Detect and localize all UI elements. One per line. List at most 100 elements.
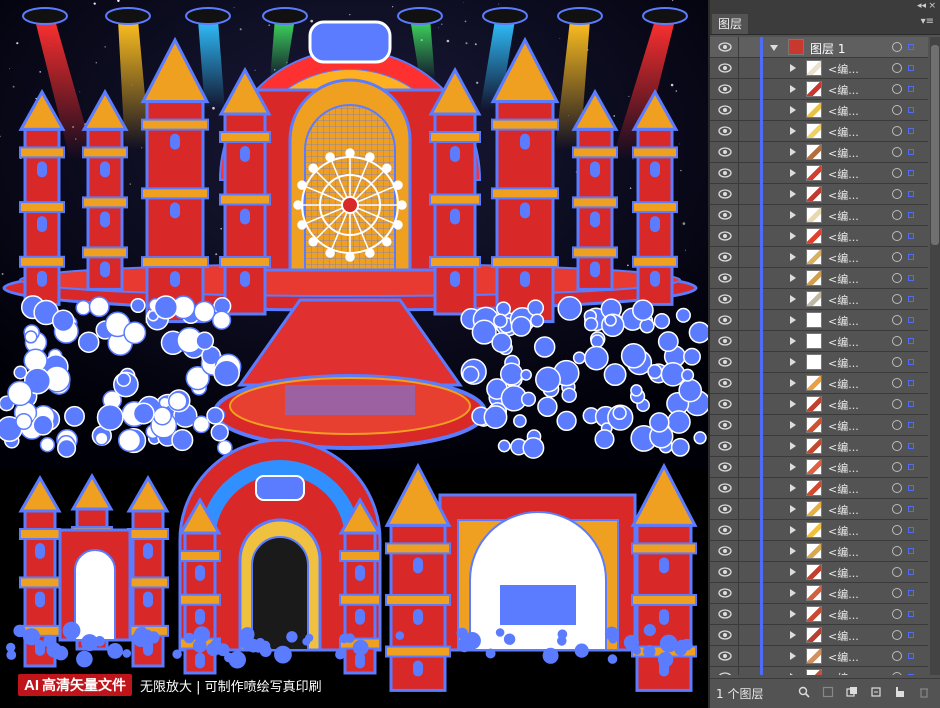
selection-indicator[interactable] <box>908 674 914 675</box>
layer-name[interactable]: <编... <box>828 670 859 675</box>
collapse-panel-icon[interactable]: ◂◂ <box>917 0 926 12</box>
selection-indicator[interactable] <box>908 443 914 449</box>
eye-icon[interactable] <box>718 671 732 675</box>
target-circle-icon[interactable] <box>892 357 902 367</box>
layer-row[interactable]: <编... <box>710 58 928 79</box>
triangle-icon[interactable] <box>790 106 796 114</box>
selection-indicator[interactable] <box>908 548 914 554</box>
new-layer-icon[interactable] <box>894 686 906 698</box>
triangle-icon[interactable] <box>790 337 796 345</box>
layer-name[interactable]: 图层 1 <box>810 40 845 57</box>
selection-indicator[interactable] <box>908 611 914 617</box>
lock-toggle[interactable] <box>740 520 758 541</box>
target-circle-icon[interactable] <box>892 294 902 304</box>
layer-row[interactable]: <编... <box>710 457 928 478</box>
eye-icon[interactable] <box>718 188 732 200</box>
lock-toggle[interactable] <box>740 562 758 583</box>
target-circle-icon[interactable] <box>892 210 902 220</box>
target-circle-icon[interactable] <box>892 504 902 514</box>
lock-toggle[interactable] <box>740 205 758 226</box>
selection-indicator[interactable] <box>908 485 914 491</box>
layer-row-top[interactable]: 图层 1 <box>710 37 928 58</box>
lock-toggle[interactable] <box>740 583 758 604</box>
close-panel-icon[interactable]: × <box>928 0 936 12</box>
layer-name[interactable]: <编... <box>828 544 859 560</box>
target-circle-icon[interactable] <box>892 525 902 535</box>
triangle-icon[interactable] <box>790 253 796 261</box>
layer-name[interactable]: <编... <box>828 250 859 266</box>
target-circle-icon[interactable] <box>892 315 902 325</box>
layer-name[interactable]: <编... <box>828 292 859 308</box>
selection-indicator[interactable] <box>908 527 914 533</box>
triangle-icon[interactable] <box>790 127 796 135</box>
triangle-icon[interactable] <box>790 316 796 324</box>
selection-indicator[interactable] <box>908 590 914 596</box>
lock-toggle[interactable] <box>740 457 758 478</box>
triangle-icon[interactable] <box>790 442 796 450</box>
selection-indicator[interactable] <box>908 65 914 71</box>
selection-indicator[interactable] <box>908 212 914 218</box>
triangle-icon[interactable] <box>790 589 796 597</box>
triangle-icon[interactable] <box>790 547 796 555</box>
layer-row[interactable]: <编... <box>710 289 928 310</box>
lock-toggle[interactable] <box>740 226 758 247</box>
target-circle-icon[interactable] <box>892 84 902 94</box>
lock-toggle[interactable] <box>740 478 758 499</box>
layer-row[interactable]: <编... <box>710 331 928 352</box>
layer-name[interactable]: <编... <box>828 523 859 539</box>
layer-row[interactable]: <编... <box>710 562 928 583</box>
layer-name[interactable]: <编... <box>828 460 859 476</box>
layer-name[interactable]: <编... <box>828 607 859 623</box>
selection-indicator[interactable] <box>908 149 914 155</box>
selection-indicator[interactable] <box>908 569 914 575</box>
lock-toggle[interactable] <box>740 352 758 373</box>
layer-name[interactable]: <编... <box>828 271 859 287</box>
selection-indicator[interactable] <box>908 464 914 470</box>
selection-indicator[interactable] <box>908 44 914 50</box>
lock-toggle[interactable] <box>740 247 758 268</box>
triangle-icon[interactable] <box>790 568 796 576</box>
target-circle-icon[interactable] <box>892 273 902 283</box>
selection-indicator[interactable] <box>908 653 914 659</box>
triangle-icon[interactable] <box>790 85 796 93</box>
lock-toggle[interactable] <box>740 184 758 205</box>
eye-icon[interactable] <box>718 419 732 431</box>
selection-indicator[interactable] <box>908 380 914 386</box>
layer-name[interactable]: <编... <box>828 166 859 182</box>
lock-toggle[interactable] <box>740 499 758 520</box>
eye-icon[interactable] <box>718 461 732 473</box>
lock-toggle[interactable] <box>740 604 758 625</box>
lock-toggle[interactable] <box>740 121 758 142</box>
lock-toggle[interactable] <box>740 541 758 562</box>
eye-icon[interactable] <box>718 377 732 389</box>
tab-layers[interactable]: 图层 <box>712 14 749 34</box>
layer-name[interactable]: <编... <box>828 649 859 665</box>
layer-row[interactable]: <编... <box>710 142 928 163</box>
layer-row[interactable]: <编... <box>710 268 928 289</box>
layer-row[interactable]: <编... <box>710 394 928 415</box>
triangle-icon[interactable] <box>790 64 796 72</box>
layer-row[interactable]: <编... <box>710 436 928 457</box>
layer-name[interactable]: <编... <box>828 565 859 581</box>
selection-indicator[interactable] <box>908 191 914 197</box>
triangle-icon[interactable] <box>790 169 796 177</box>
layer-row[interactable]: <编... <box>710 667 928 675</box>
eye-icon[interactable] <box>718 545 732 557</box>
lock-toggle[interactable] <box>740 58 758 79</box>
lock-toggle[interactable] <box>740 37 758 58</box>
lock-toggle[interactable] <box>740 310 758 331</box>
triangle-icon[interactable] <box>790 463 796 471</box>
layer-row[interactable]: <编... <box>710 646 928 667</box>
triangle-icon[interactable] <box>790 148 796 156</box>
target-circle-icon[interactable] <box>892 399 902 409</box>
eye-icon[interactable] <box>718 440 732 452</box>
layer-name[interactable]: <编... <box>828 61 859 77</box>
selection-indicator[interactable] <box>908 107 914 113</box>
target-circle-icon[interactable] <box>892 105 902 115</box>
eye-icon[interactable] <box>718 83 732 95</box>
layer-row[interactable]: <编... <box>710 100 928 121</box>
eye-icon[interactable] <box>718 335 732 347</box>
target-circle-icon[interactable] <box>892 378 902 388</box>
target-circle-icon[interactable] <box>892 420 902 430</box>
triangle-icon[interactable] <box>790 295 796 303</box>
